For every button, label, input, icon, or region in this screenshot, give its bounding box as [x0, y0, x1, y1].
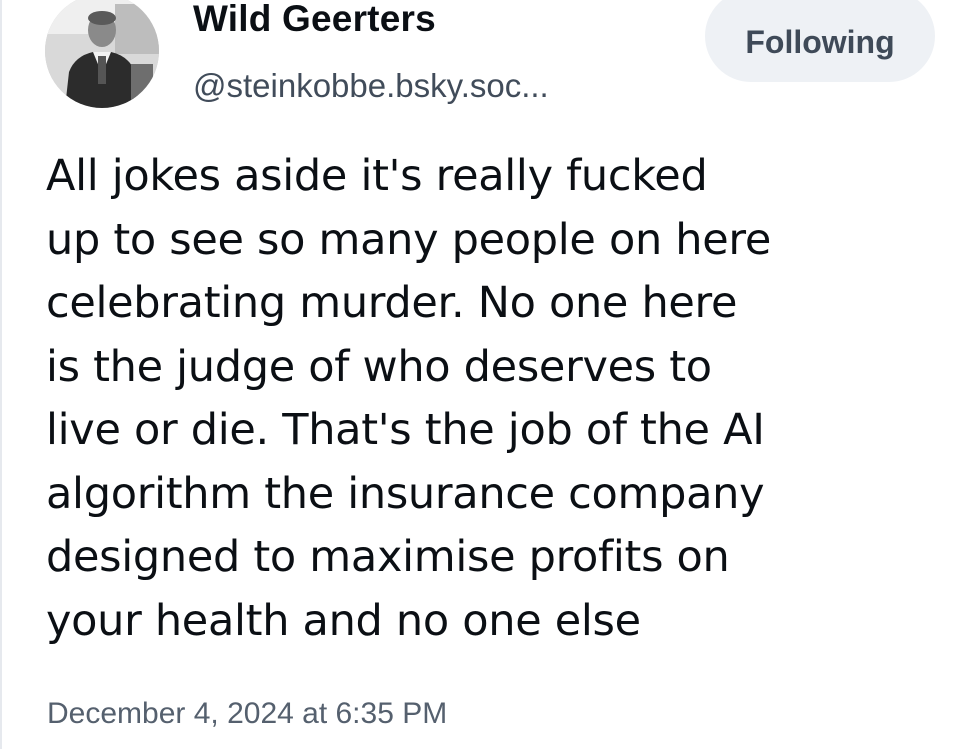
author-handle[interactable]: @steinkobbe.bsky.soc...	[193, 67, 549, 105]
post-text-line: is the judge of who deserves to	[46, 341, 712, 392]
post-text-line: celebrating murder. No one here	[46, 278, 738, 328]
post-timestamp[interactable]: December 4, 2024 at 6:35 PM	[47, 697, 447, 731]
post-body: All jokes aside it's really fucked up to…	[46, 145, 926, 653]
author-display-name[interactable]: Wild Geerters	[193, 0, 436, 40]
post-text-line: up to see so many people on here	[46, 214, 771, 265]
post-card: Wild Geerters @steinkobbe.bsky.soc... Fo…	[0, 0, 959, 749]
post-text-line: your health and no one else	[46, 595, 641, 646]
author-avatar[interactable]	[45, 0, 159, 108]
post-text-line: All jokes aside it's really fucked	[46, 151, 708, 201]
post-text-line: algorithm the insurance company	[46, 468, 765, 519]
avatar-photo-icon	[45, 0, 159, 108]
following-button[interactable]: Following	[705, 0, 935, 82]
post-text-line: live or die. That's the job of the AI	[46, 405, 765, 455]
post-text-line: designed to maximise profits on	[46, 532, 730, 582]
